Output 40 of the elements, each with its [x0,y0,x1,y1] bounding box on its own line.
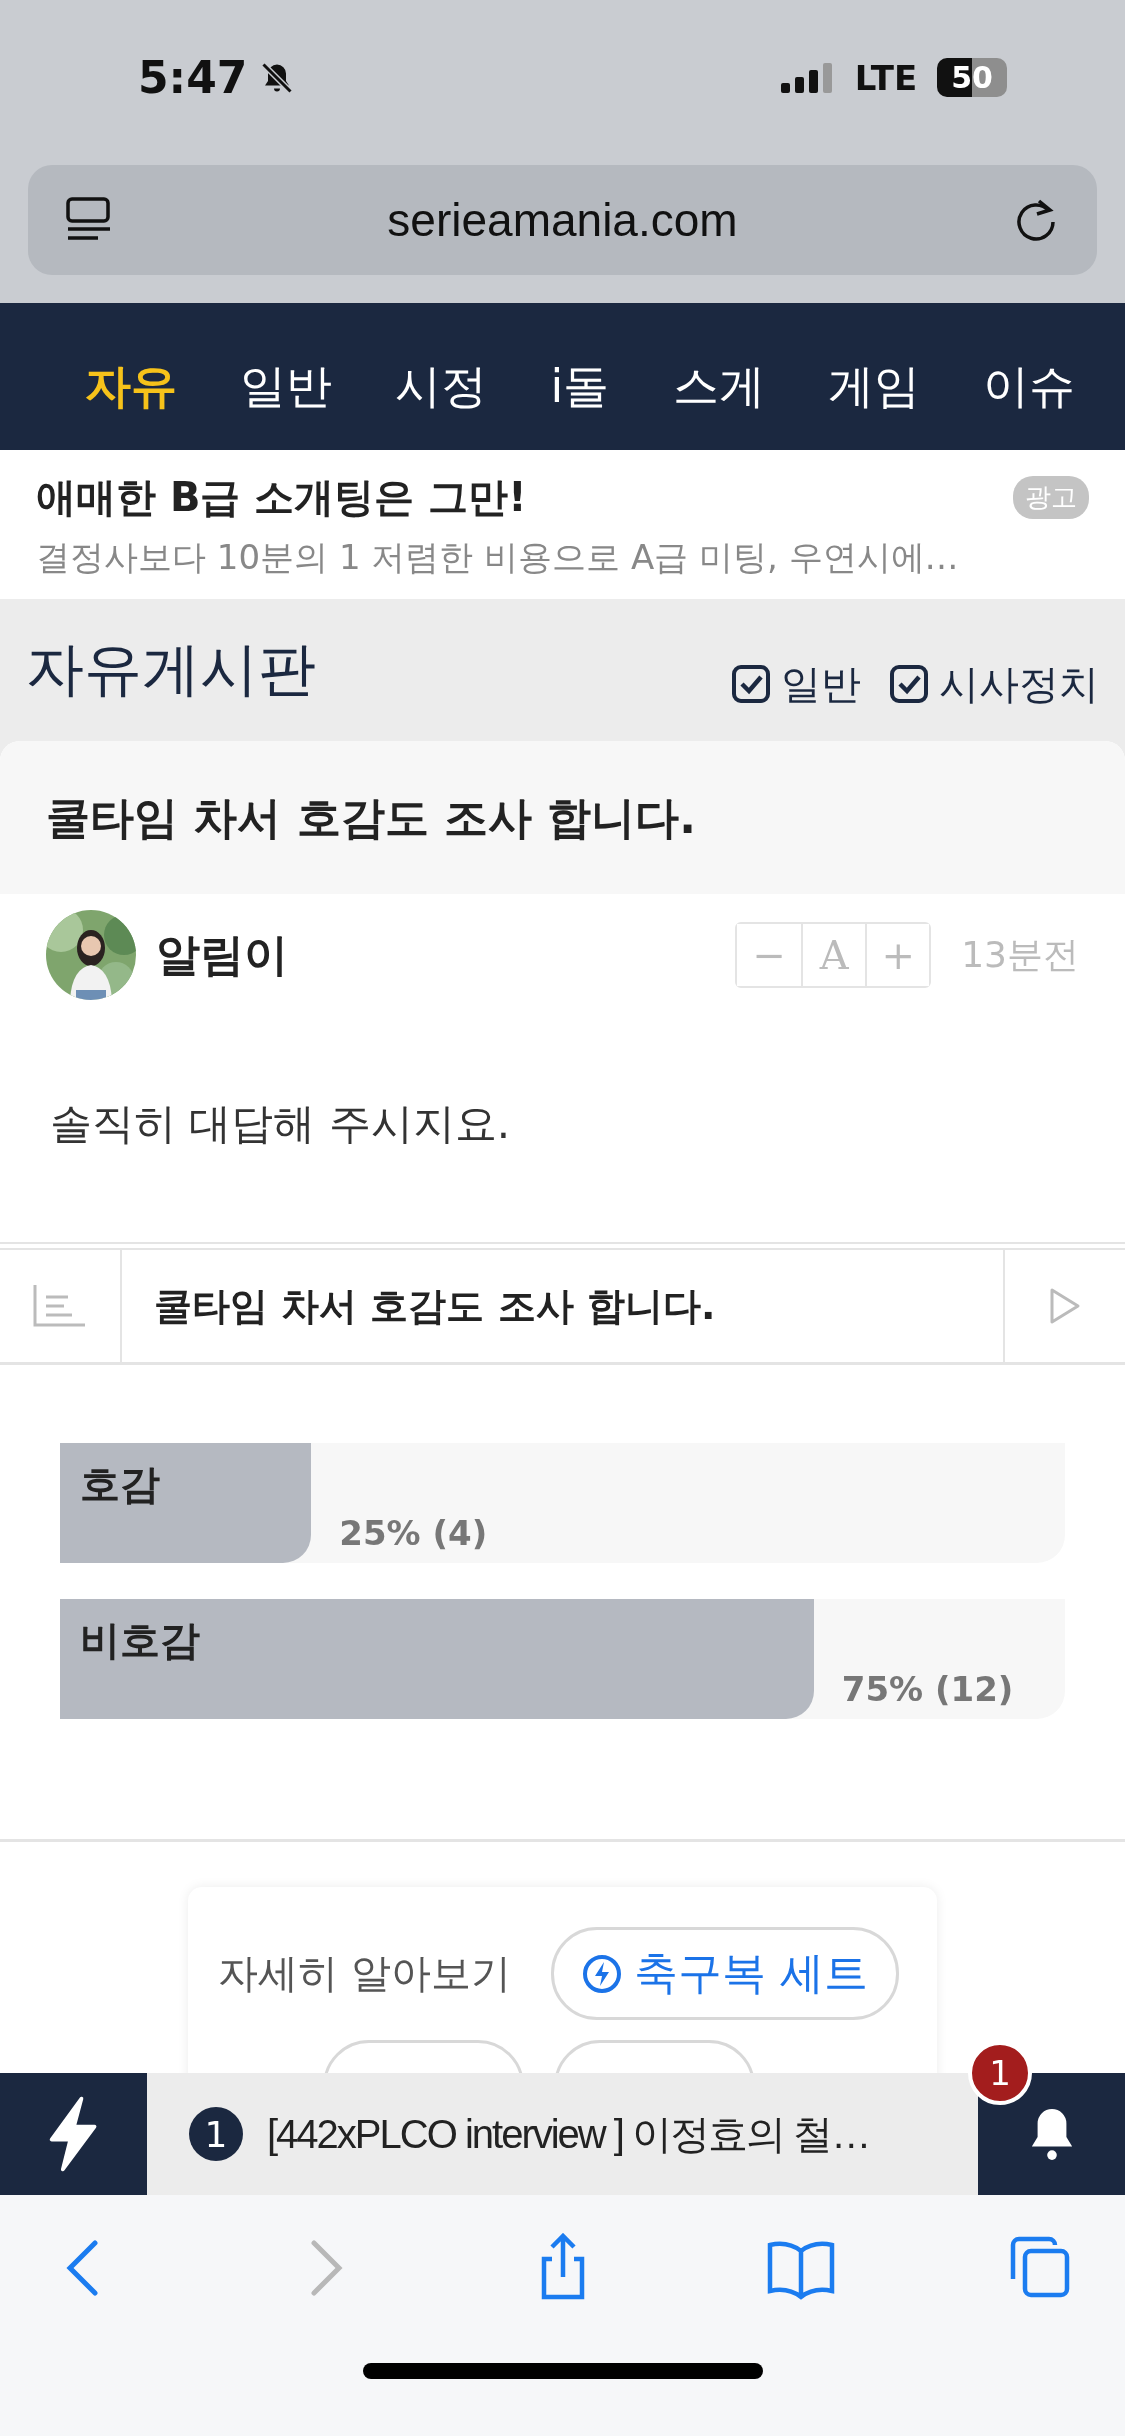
poll-option-label: 비호감 [80,1616,200,1665]
lightning-icon [581,1953,622,1994]
url-text: serieamania.com [387,193,738,247]
poll-option-label: 호감 [80,1460,160,1509]
network-label: LTE [854,57,918,98]
category-tab[interactable]: 스게 [672,355,765,418]
filter-label: 일반 [781,659,861,709]
checkbox[interactable] [889,664,929,704]
list-icon[interactable] [32,1283,88,1329]
category-tab[interactable]: 자유 [85,355,177,418]
keyword-chip[interactable]: 축구복 세트 [550,1927,899,2020]
ad-banner[interactable]: 애매한 B급 소개팅은 그만! 광고 결정사보다 10분의 1 저렴한 비용으로 A급 미팅, 우연시에… [0,450,1125,599]
address-bar[interactable]: serieamania.com [28,165,1097,275]
post-body: 솔직히 대답해 주시지요. [0,1016,1125,1244]
poll-result: 75% (12) [841,1669,1014,1709]
post-nav-title[interactable]: 쿨타임 차서 호감도 조사 합니다. [122,1280,1003,1332]
category-tab[interactable]: 시정 [395,355,488,418]
notice-text: [442xPLCO interview ] 이정효의 철… [267,2110,870,2158]
author-name: 알림이 [156,927,289,982]
poll-bar-track[interactable]: 비호감 75% (12) [60,1599,1065,1719]
signal-icon [780,62,835,93]
category-tab[interactable]: 일반 [240,355,333,418]
category-tab[interactable]: 게임 [827,355,920,418]
post-title: 쿨타임 차서 호감도 조사 합니다. [46,792,696,843]
ad-text: 결정사보다 10분의 1 저렴한 비용으로 A급 미팅, 우연시에… [36,536,960,579]
recommend-label: 자세히 알아보기 [218,1949,511,1998]
poll-bar-track[interactable]: 호감 25% (4) [60,1443,1065,1563]
checkbox[interactable] [731,664,771,704]
post-time: 13분전 [961,932,1079,977]
ad-title: 애매한 B급 소개팅은 그만! [36,473,527,522]
notice-ticker[interactable]: 1 [442xPLCO interview ] 이정효의 철… [147,2073,978,2195]
filter-label: 시사정치 [939,659,1099,709]
category-tab[interactable]: 이슈 [983,355,1075,418]
status-time: 5:47 [138,52,248,103]
ad-badge: 광고 [1013,476,1089,519]
next-icon[interactable] [1048,1286,1082,1326]
category-tab[interactable]: i돌 [550,355,610,418]
poll-result: 25% (4) [339,1513,488,1553]
board-title: 자유게시판 [26,634,316,705]
notice-number: 1 [189,2107,243,2161]
